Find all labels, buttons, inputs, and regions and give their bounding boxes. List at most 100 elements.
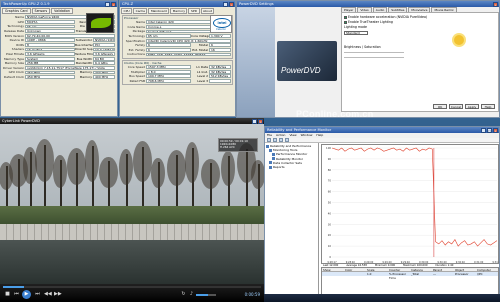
field-value: 6 xyxy=(209,43,231,48)
video-frame[interactable]: 00:00:59 / 00:01:10 1920x1080 H.264 AVC xyxy=(0,124,264,284)
legend-column-header[interactable]: Counter xyxy=(388,268,410,272)
tab-about[interactable]: About xyxy=(200,8,215,14)
tab-graphics-card[interactable]: Graphics Card xyxy=(2,8,31,14)
field-row: Family 6 Model 6 xyxy=(124,43,231,48)
help-button[interactable]: Help xyxy=(481,104,495,109)
tree-crown xyxy=(185,142,199,183)
y-tick-label: 40 xyxy=(328,211,332,215)
legend-column-header[interactable]: Instance xyxy=(410,268,432,272)
legend-cell xyxy=(344,272,366,276)
menu-view[interactable]: View xyxy=(289,133,296,138)
lighting-mode-select[interactable]: Standard xyxy=(344,30,368,35)
tree-node-label: Reports xyxy=(273,164,285,169)
field-row: Ext. Family 6 Ext. Model 16 xyxy=(124,48,231,53)
field-label: Memory xyxy=(79,75,92,80)
legend-column-header[interactable]: Color xyxy=(344,268,366,272)
next-icon[interactable]: ⏭ xyxy=(34,291,41,298)
field-row: Driver Version nvlddmkm 7.15.11.7517 (For… xyxy=(3,66,115,71)
field-value: 65 nm xyxy=(25,24,75,29)
legend-cell: Processor xyxy=(455,272,469,276)
tab-mainboard[interactable]: Mainboard xyxy=(148,8,170,14)
field-value: 400 MHz xyxy=(93,75,115,79)
tab-cpu[interactable]: CPU xyxy=(121,8,133,14)
legend-column-header[interactable]: Show xyxy=(322,268,344,272)
minimize-button[interactable]: _ xyxy=(481,127,486,133)
option-checkbox[interactable] xyxy=(344,16,347,19)
legend-column-header[interactable]: Parent xyxy=(432,268,454,272)
tab-validation[interactable]: Validation xyxy=(51,8,73,14)
field-label: Family xyxy=(135,43,145,48)
legend-column-header[interactable]: Object xyxy=(454,268,476,272)
close-button[interactable]: × xyxy=(258,118,263,124)
field-label: GPU Clock xyxy=(8,70,24,75)
play-icon[interactable]: ▶ xyxy=(22,290,31,299)
tree-node-icon xyxy=(272,157,275,161)
tree-crown xyxy=(98,156,118,188)
menu-file[interactable]: File xyxy=(267,133,272,138)
tab-sensors[interactable]: Sensors xyxy=(31,8,51,14)
forward-icon[interactable] xyxy=(273,138,277,142)
seek-bar[interactable] xyxy=(3,286,261,288)
menu-window[interactable]: Window xyxy=(301,133,313,138)
field-value: 10DE - 0866 xyxy=(25,38,75,43)
volume-icon[interactable]: ♪ xyxy=(188,291,195,298)
field-row: Shaders16 UnifiedDirectX Support10.0 / S… xyxy=(3,47,115,52)
gpuz-window: TechPowerUp GPU-Z 0.1.9 _ × Graphics Card… xyxy=(0,0,118,117)
tab-cache[interactable]: Cache xyxy=(133,8,148,14)
cancel-button[interactable]: Cancel xyxy=(449,104,463,109)
repeat-icon[interactable]: ↻ xyxy=(180,291,187,298)
sun-icon xyxy=(454,35,464,45)
tab-memory[interactable]: Memory xyxy=(170,8,188,14)
stop-icon[interactable]: ■ xyxy=(4,291,11,298)
apply-button[interactable]: Apply xyxy=(465,104,479,109)
field-value: 32 KBytes xyxy=(209,65,231,69)
up-icon[interactable] xyxy=(279,138,283,142)
close-button[interactable]: × xyxy=(493,127,498,133)
maximize-button[interactable]: □ xyxy=(487,127,492,133)
field-value: 8 xyxy=(25,42,75,47)
gpuz-title: TechPowerUp GPU-Z 0.1.9 xyxy=(3,2,50,6)
field-label: ROPs xyxy=(16,42,24,47)
playback-time: 0:00:59 xyxy=(244,292,260,297)
field-row: Pixel Fillrate3.6 GPixel/sTexture Fillra… xyxy=(3,52,115,57)
menu-action[interactable]: Action xyxy=(276,133,285,138)
menu-help[interactable]: Help xyxy=(316,133,323,138)
brightness-slider[interactable] xyxy=(344,51,404,54)
legend-column-header[interactable]: Scale xyxy=(366,268,388,272)
properties-icon[interactable] xyxy=(285,138,289,142)
close-button[interactable]: × xyxy=(111,1,116,7)
intel-logo: intel Celeron xyxy=(210,15,232,33)
minimize-button[interactable]: _ xyxy=(105,1,110,7)
tab-spd[interactable]: SPD xyxy=(188,8,200,14)
site-watermark: PConline.com.cn xyxy=(296,109,374,119)
legend-row[interactable]: 1.0 % Processor Time _Total --- Processor \\P… xyxy=(322,272,498,280)
field-label: Code Name xyxy=(127,24,145,29)
minimize-button[interactable]: _ xyxy=(223,1,228,7)
previous-icon[interactable]: ⏮ xyxy=(13,291,20,298)
field-value: NVIDIA (10DE) xyxy=(93,38,115,43)
field-value: Unknown xyxy=(25,29,75,33)
field-value: 199.7 MHz xyxy=(146,74,191,79)
ok-button[interactable]: OK xyxy=(433,104,447,109)
tree-node-icon xyxy=(266,144,269,148)
close-button[interactable]: × xyxy=(493,1,498,7)
settings-side-panel xyxy=(237,7,275,117)
legend-cell: % Processor Time xyxy=(389,272,407,280)
tree-node[interactable]: Reports xyxy=(266,165,317,169)
fast-forward-icon[interactable]: ▶▶ xyxy=(54,291,62,298)
legend-column-header[interactable]: Computer xyxy=(476,268,498,272)
field-label: Technology xyxy=(7,24,24,29)
back-icon[interactable] xyxy=(267,138,271,142)
field-row: Core Speed 1597.3 MHz L1 Data 32 KBytes xyxy=(124,65,231,70)
option-checkbox[interactable] xyxy=(344,21,347,24)
volume-slider[interactable] xyxy=(196,294,216,296)
field-row: ROPs 8 Bus Interface PCI xyxy=(3,43,115,48)
tree-crown xyxy=(251,159,264,190)
perfmon-navigation-tree: Reliability and Performance Monitoring To… xyxy=(265,143,319,301)
close-button[interactable]: × xyxy=(229,1,234,7)
saturation-slider[interactable] xyxy=(344,56,404,59)
rewind-icon[interactable]: ◀◀ xyxy=(44,291,52,298)
field-value: 1597.3 MHz xyxy=(146,65,191,69)
legend-cell: _Total xyxy=(411,272,419,276)
minimize-button[interactable]: _ xyxy=(252,118,257,124)
